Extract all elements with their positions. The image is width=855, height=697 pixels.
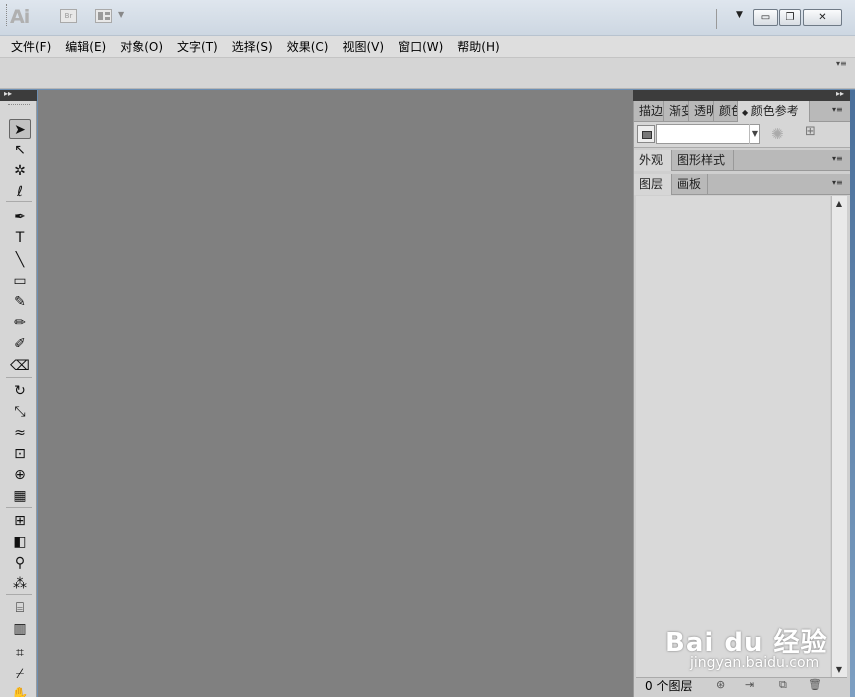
gripper-icon[interactable] (6, 4, 9, 26)
panel-menu-icon[interactable]: ▾≡ (832, 105, 843, 114)
watermark-url: jingyan.baidu.com (690, 655, 820, 671)
blob-brush-tool-icon[interactable]: ✐ (9, 334, 31, 354)
symbol-sprayer-tool-icon[interactable]: ⌸ (9, 598, 31, 618)
harmony-rules-field[interactable] (656, 124, 760, 144)
panel-menu-icon[interactable]: ▾≡ (832, 178, 843, 187)
tab-gradient[interactable]: 渐变 (664, 101, 689, 121)
tab-stroke[interactable]: 描边 (634, 101, 664, 121)
menu-select[interactable]: 选择(S) (225, 37, 280, 57)
make-clipping-mask-icon[interactable]: ⇥ (745, 678, 754, 691)
divider (6, 377, 32, 378)
scroll-up-icon[interactable]: ▲ (831, 196, 847, 211)
rectangle-tool-icon[interactable]: ▭ (9, 271, 31, 291)
color-wheel-icon[interactable]: ✺ (771, 125, 784, 143)
collapse-panel-icon[interactable]: ▸▸ (836, 89, 844, 98)
scrollbar[interactable] (831, 196, 847, 677)
title-bar (0, 0, 855, 36)
gripper-icon[interactable] (8, 104, 30, 106)
menu-edit[interactable]: 编辑(E) (58, 37, 113, 57)
tab-graphic-styles[interactable]: 图形样式 (672, 150, 734, 170)
menu-effect[interactable]: 效果(C) (280, 37, 336, 57)
menu-object[interactable]: 对象(O) (113, 37, 170, 57)
chevron-down-icon[interactable]: ▼ (118, 10, 124, 19)
selection-tool-icon[interactable]: ➤ (9, 119, 31, 139)
desktop-background (850, 90, 855, 697)
free-transform-tool-icon[interactable]: ⊡ (9, 444, 31, 464)
control-bar (0, 58, 855, 89)
new-sublayer-icon[interactable]: ⧉ (779, 678, 787, 692)
menu-window[interactable]: 窗口(W) (391, 37, 450, 57)
chevron-down-icon[interactable]: ▼ (749, 124, 760, 144)
mesh-tool-icon[interactable]: ⊞ (9, 511, 31, 531)
document-canvas[interactable] (38, 90, 633, 697)
tab-transparency[interactable]: 透明 (689, 101, 714, 121)
slice-tool-icon[interactable]: ⌿ (9, 664, 31, 684)
new-swatch-group-icon[interactable]: ⊞ (805, 124, 816, 139)
panel-menu-icon[interactable]: ▾≡ (832, 154, 843, 163)
tab-layers[interactable]: 图层 (634, 174, 672, 195)
divider (6, 594, 32, 595)
expand-panel-icon[interactable]: ▸▸ (4, 89, 12, 98)
watermark-logo: Bai du 经验 (665, 628, 828, 658)
gradient-tool-icon[interactable]: ◧ (9, 532, 31, 552)
close-button[interactable]: ✕ (803, 9, 842, 26)
tab-color-guide-label: 颜色参考 (750, 104, 799, 118)
menu-view[interactable]: 视图(V) (335, 37, 391, 57)
artboard-tool-icon[interactable]: ⌗ (9, 643, 31, 663)
tab-artboards[interactable]: 画板 (672, 174, 708, 194)
eraser-tool-icon[interactable]: ⌫ (9, 356, 31, 376)
paintbrush-tool-icon[interactable]: ✎ (9, 292, 31, 312)
divider (6, 507, 32, 508)
restore-button[interactable]: ❐ (779, 9, 801, 26)
workspace-switcher-chevron-icon[interactable]: ▼ (736, 10, 743, 20)
bridge-button[interactable]: Br (60, 9, 77, 23)
shape-builder-tool-icon[interactable]: ⊕ (9, 465, 31, 485)
warp-tool-icon[interactable]: ≈ (9, 423, 31, 443)
minimize-button[interactable]: ▭ (753, 9, 778, 26)
magic-wand-tool-icon[interactable]: ✲ (9, 161, 31, 181)
divider (716, 9, 717, 29)
locate-object-icon[interactable]: ⊛ (716, 678, 725, 691)
scroll-down-icon[interactable]: ▼ (831, 662, 847, 677)
menu-help[interactable]: 帮助(H) (450, 37, 506, 57)
menu-file[interactable]: 文件(F) (4, 37, 58, 57)
sort-arrows-icon: ◆ (742, 108, 751, 117)
layers-list[interactable] (636, 196, 830, 677)
panel-tab-row: 描边 渐变 透明 颜色 ◆ 颜色参考 ▾≡ (634, 101, 850, 122)
panel-dock-header[interactable] (633, 90, 850, 101)
tab-color-guide[interactable]: ◆ 颜色参考 (738, 101, 810, 122)
layer-count: 0 个图层 (645, 679, 693, 693)
panel-menu-icon[interactable]: ▾≡ (836, 59, 847, 68)
delete-layer-icon[interactable]: 🗑 (808, 678, 822, 691)
scale-tool-icon[interactable]: ⤡ (9, 402, 31, 422)
menu-type[interactable]: 文字(T) (170, 37, 225, 57)
base-color-swatch[interactable] (637, 125, 655, 143)
rotate-tool-icon[interactable]: ↻ (9, 381, 31, 401)
perspective-grid-tool-icon[interactable]: ▦ (9, 486, 31, 506)
arrange-documents-icon[interactable] (95, 9, 112, 23)
column-graph-tool-icon[interactable]: ▥ (9, 619, 31, 639)
app-logo: Ai (10, 6, 30, 28)
tab-appearance[interactable]: 外观 (634, 150, 672, 171)
blend-tool-icon[interactable]: ⁂ (9, 574, 31, 594)
type-tool-icon[interactable]: T (9, 228, 31, 248)
pen-tool-icon[interactable]: ✒ (9, 207, 31, 227)
eyedropper-tool-icon[interactable]: ⚲ (9, 553, 31, 573)
pencil-tool-icon[interactable]: ✏ (9, 313, 31, 333)
menu-bar: 文件(F) 编辑(E) 对象(O) 文字(T) 选择(S) 效果(C) 视图(V… (0, 36, 855, 58)
hand-tool-icon[interactable]: ✋ (9, 685, 31, 697)
panel-tab-row: 图层 画板 ▾≡ (634, 174, 850, 195)
lasso-tool-icon[interactable]: ℓ (9, 182, 31, 202)
direct-selection-tool-icon[interactable]: ↖ (9, 140, 31, 160)
divider (6, 201, 32, 202)
tab-color[interactable]: 颜色 (714, 101, 738, 121)
line-segment-tool-icon[interactable]: ╲ (9, 250, 31, 270)
panel-tab-row: 外观 图形样式 ▾≡ (634, 150, 850, 171)
